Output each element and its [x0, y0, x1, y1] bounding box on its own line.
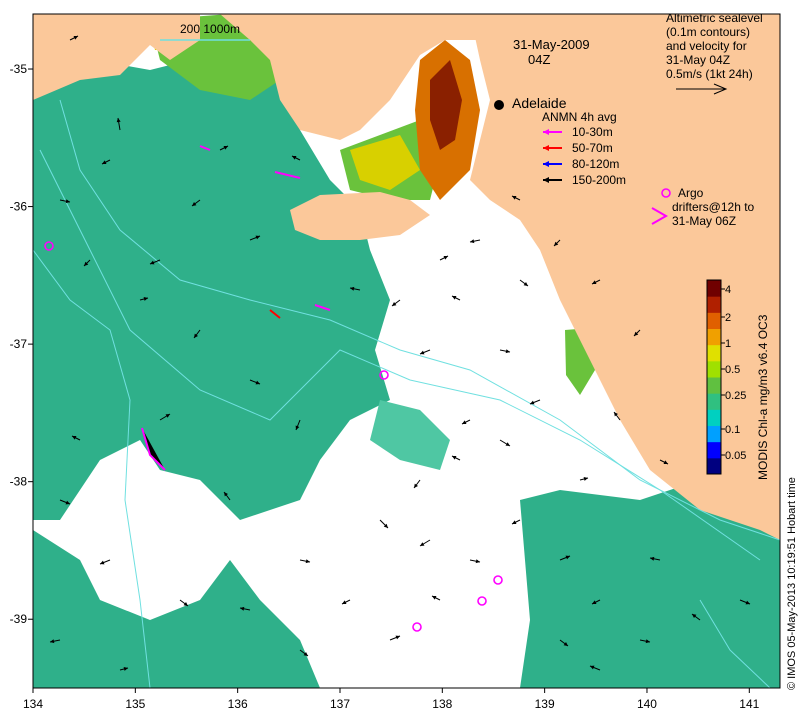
- bottom-axis-tick-label: 139: [535, 697, 555, 711]
- colorbar-tick-label: 4: [725, 284, 731, 296]
- altimetry-legend-line: 0.5m/s (1kt 24h): [666, 67, 753, 81]
- bottom-axis-tick-label: 137: [330, 697, 350, 711]
- colorbar-tick-label: 0.05: [725, 450, 746, 462]
- colorbar-swatch: [707, 296, 721, 313]
- map-time-title: 04Z: [528, 52, 550, 67]
- anmn-legend-label: 10-30m: [572, 125, 613, 139]
- colorbar-swatch: [707, 328, 721, 346]
- colorbar-swatch: [707, 409, 721, 426]
- left-axis-tick-label: -37: [10, 337, 28, 351]
- colorbar-swatch: [707, 393, 721, 410]
- colorbar-swatch: [707, 360, 721, 378]
- left-axis: -35 -36 -37 -38 -39: [10, 62, 33, 626]
- anmn-legend-label: 50-70m: [572, 141, 613, 155]
- altimetry-legend-line: Altimetric sealevel: [666, 11, 763, 25]
- argo-legend-line: drifters@12h to: [672, 200, 755, 214]
- colorbar-swatch: [707, 441, 721, 459]
- bottom-axis-tick-label: 141: [739, 697, 759, 711]
- argo-legend-line: 31-May 06Z: [672, 214, 736, 228]
- altimetry-legend-line: 31-May 04Z: [666, 53, 730, 67]
- left-axis-tick-label: -38: [10, 475, 28, 489]
- bottom-axis-tick-label: 140: [637, 697, 657, 711]
- left-axis-tick-label: -36: [10, 200, 28, 214]
- bottom-axis-tick-label: 134: [23, 697, 43, 711]
- bottom-axis-tick-label: 136: [228, 697, 248, 711]
- colorbar-tick-label: 0.1: [725, 424, 740, 436]
- colorbar-swatch: [707, 344, 721, 362]
- colorbar-tick-label: 1: [725, 338, 731, 350]
- contour-legend-label: 200 1000m: [180, 22, 240, 36]
- bottom-axis-tick-label: 135: [125, 697, 145, 711]
- colorbar-swatch: [707, 425, 721, 443]
- left-axis-tick-label: -39: [10, 612, 28, 626]
- chlorophyll-map: 200 1000m 31-May-2009 04Z Adelaide Altim…: [10, 11, 798, 711]
- anmn-legend-title: ANMN 4h avg: [542, 110, 617, 124]
- colorbar-swatch: [707, 377, 721, 394]
- anmn-legend-label: 150-200m: [572, 173, 626, 187]
- argo-legend-line: Argo: [678, 186, 704, 200]
- map-date-title: 31-May-2009: [513, 37, 590, 52]
- colorbar-title: MODIS Chl-a mg/m3 v6.4 OC3: [756, 314, 770, 480]
- colorbar-tick-label: 2: [725, 312, 731, 324]
- adelaide-label: Adelaide: [512, 95, 567, 111]
- altimetry-legend-line: (0.1m contours): [666, 25, 750, 39]
- left-axis-tick-label: -35: [10, 62, 28, 76]
- colorbar-swatch: [707, 457, 721, 475]
- colorbar-tick-label: 0.25: [725, 390, 746, 402]
- anmn-legend-label: 80-120m: [572, 157, 619, 171]
- colorbar-tick-label: 0.5: [725, 364, 740, 376]
- adelaide-marker: [494, 100, 504, 110]
- colorbar-swatch: [707, 312, 721, 329]
- bottom-axis: 134 135 136 137 138 139 140 141: [23, 688, 760, 711]
- altimetry-legend-line: and velocity for: [666, 39, 747, 53]
- colorbar-swatch: [707, 280, 721, 297]
- credit-text: © IMOS 05-May-2013 10:19:51 Hobart time: [786, 477, 798, 690]
- bottom-axis-tick-label: 138: [432, 697, 452, 711]
